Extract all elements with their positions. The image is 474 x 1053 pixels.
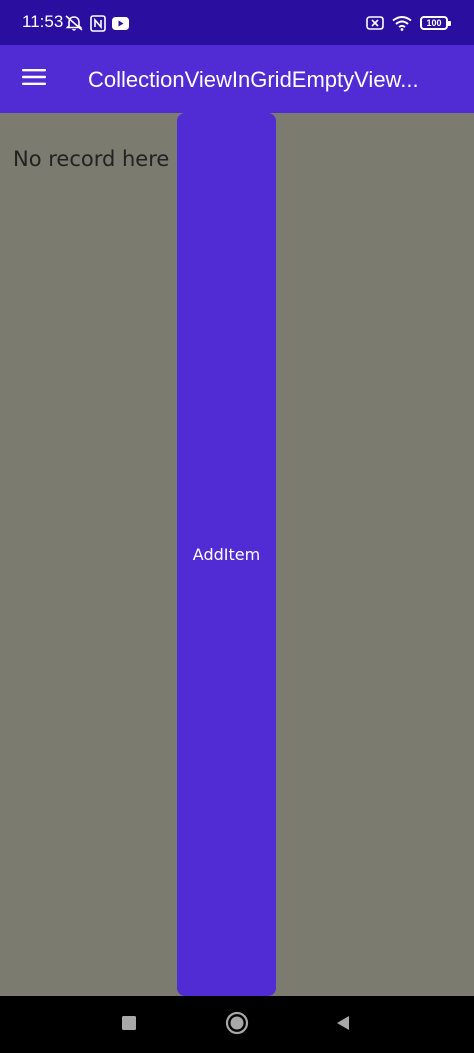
system-nav-bar [0, 996, 474, 1053]
hamburger-menu-icon [22, 68, 46, 91]
page-title: CollectionViewInGridEmptyView... [88, 67, 419, 92]
content-area: No record here AddItem [0, 113, 474, 996]
recents-square-icon [122, 1015, 136, 1035]
wifi-icon [392, 15, 412, 31]
battery-icon: 100 [420, 16, 451, 30]
add-item-button[interactable]: AddItem [177, 113, 276, 996]
empty-view-text: No record here [13, 147, 170, 171]
nfc-icon [90, 14, 106, 32]
battery-level: 100 [426, 18, 442, 28]
status-time: 11:53 [22, 12, 64, 31]
hamburger-menu-button[interactable] [10, 55, 58, 103]
sim-off-icon [366, 16, 384, 30]
home-button[interactable] [222, 1010, 252, 1040]
status-left-icons [64, 14, 129, 32]
back-triangle-icon [335, 1015, 351, 1036]
home-circle-icon [225, 1011, 249, 1040]
screen: 11:53 100 CollectionViewInGridEmptyView.… [0, 0, 474, 1053]
back-button[interactable] [328, 1010, 358, 1040]
youtube-icon [112, 16, 129, 30]
status-bar: 11:53 100 [0, 0, 474, 45]
status-right-icons: 100 [366, 13, 451, 33]
app-bar: CollectionViewInGridEmptyView... [0, 45, 474, 113]
recents-button[interactable] [114, 1010, 144, 1040]
alarm-off-icon [64, 14, 84, 32]
add-item-button-label: AddItem [192, 545, 261, 564]
